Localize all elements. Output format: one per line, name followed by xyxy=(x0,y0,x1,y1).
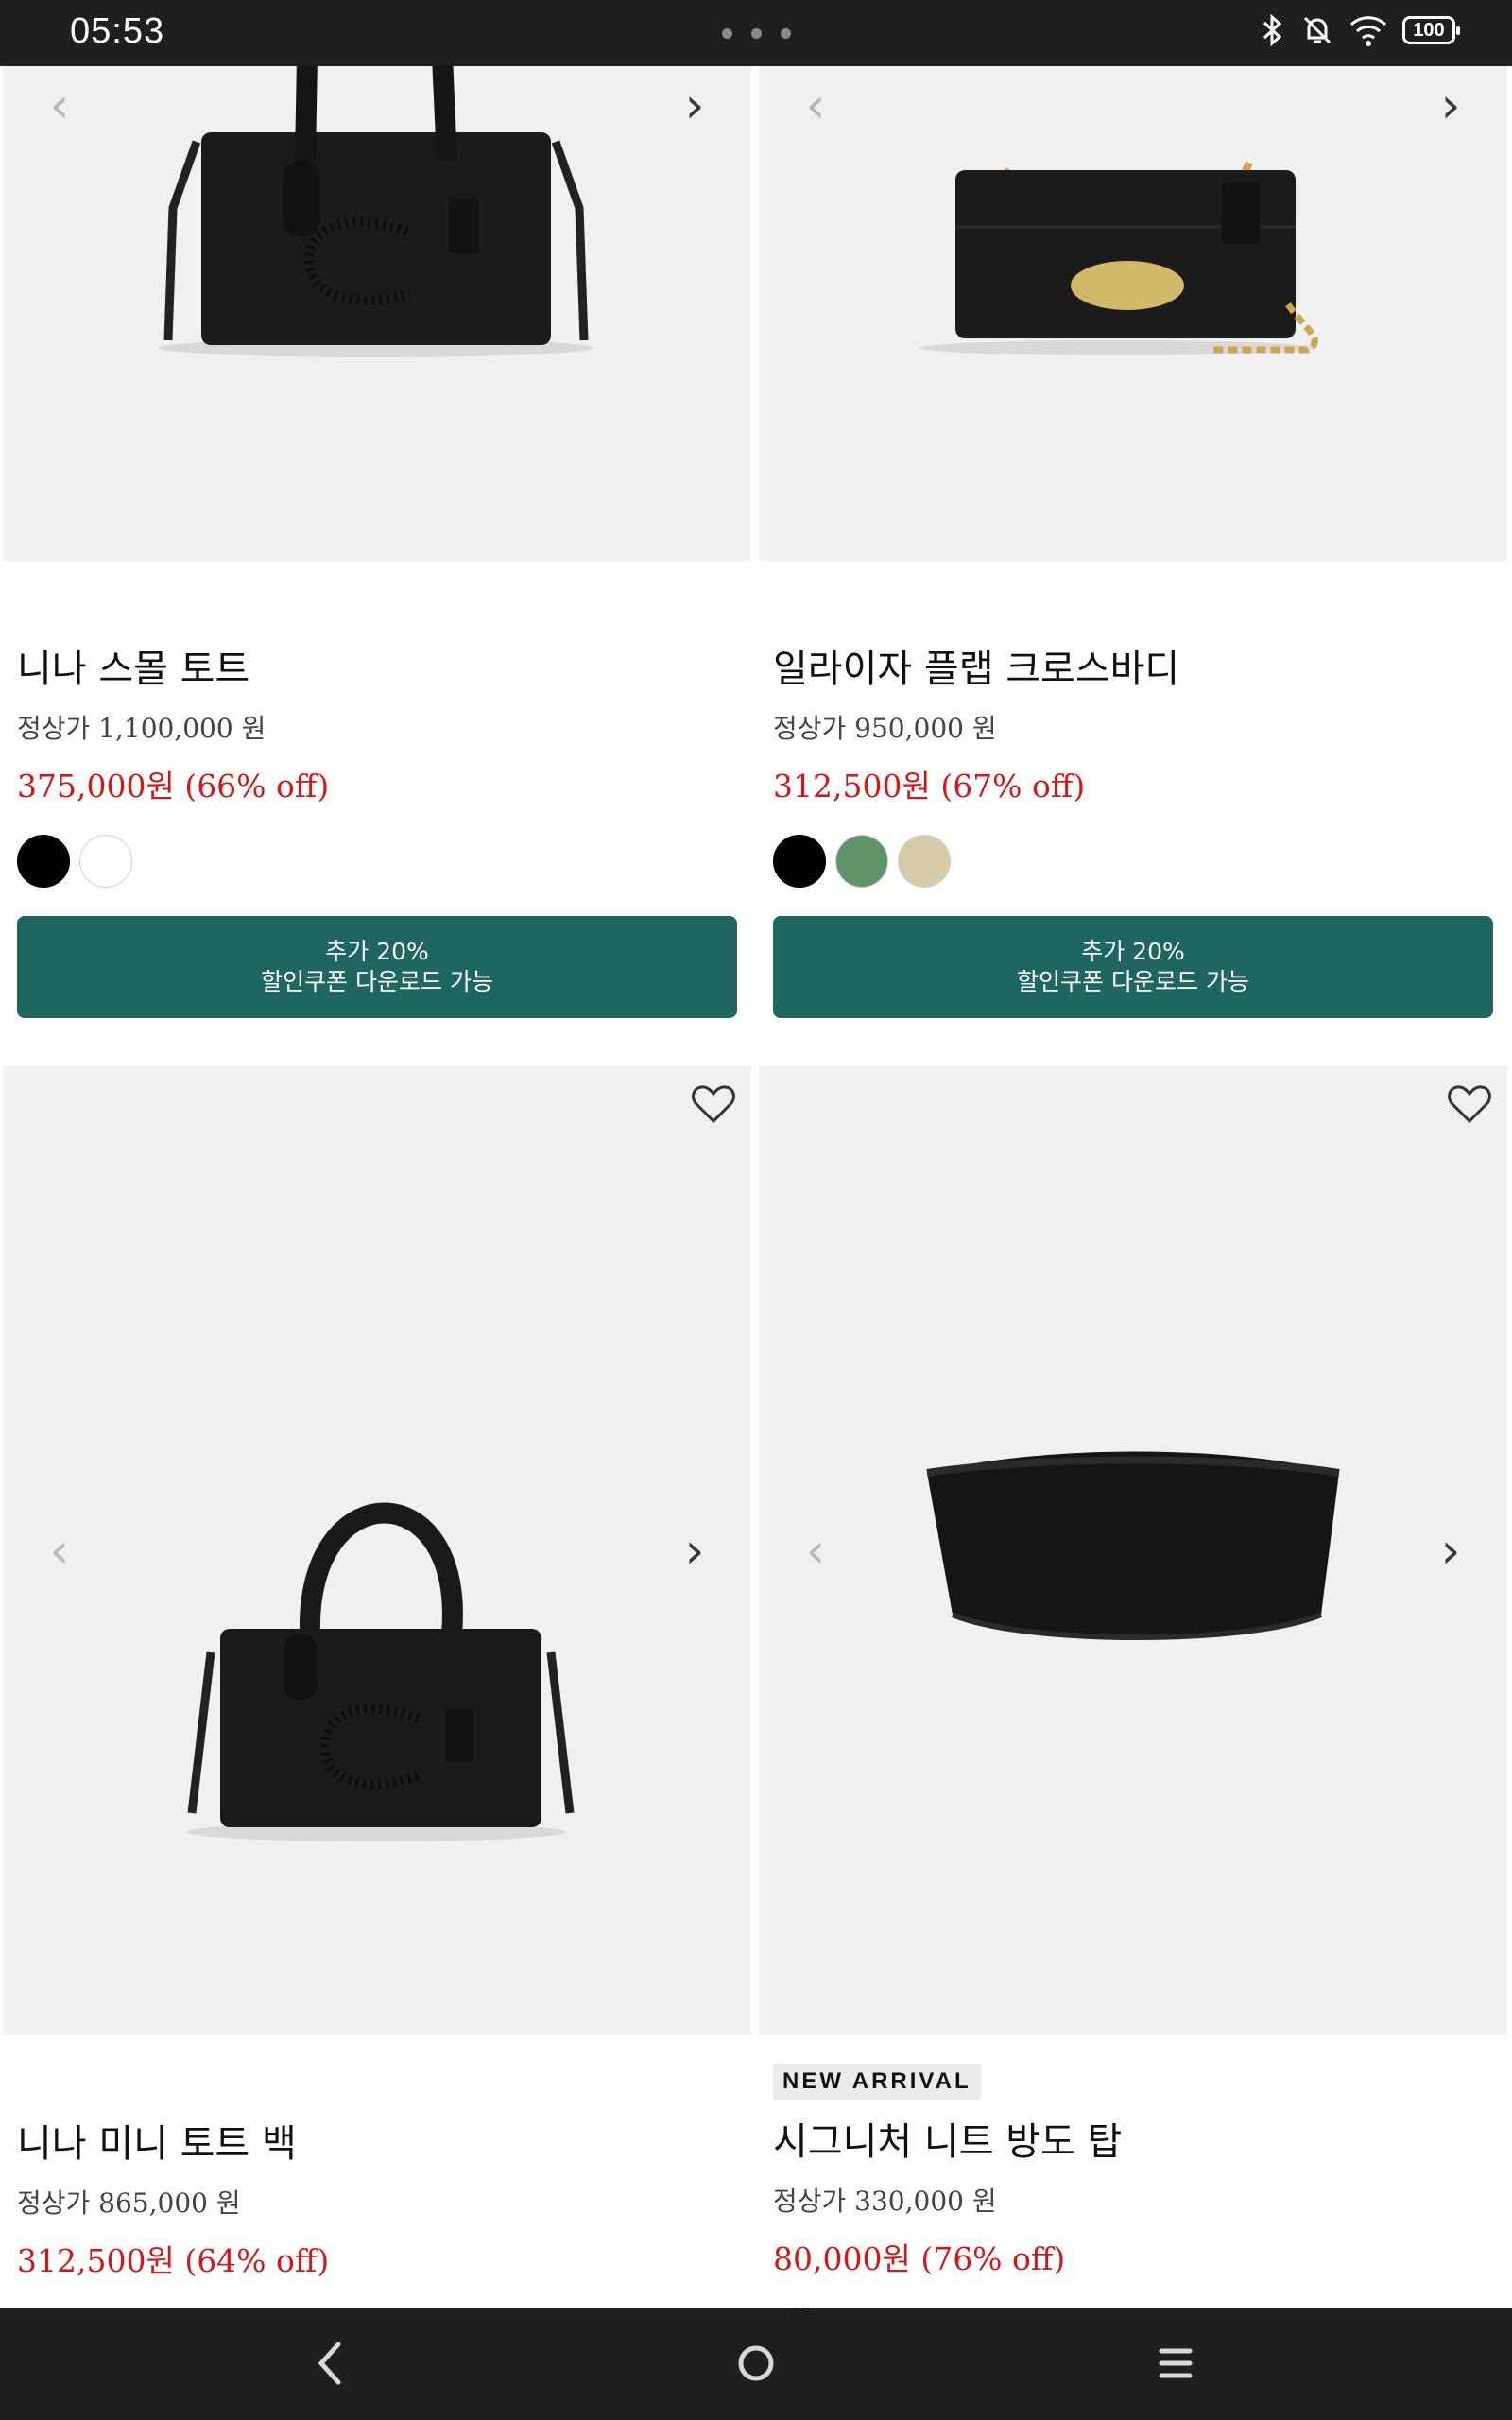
chevron-right-icon[interactable]: › xyxy=(1432,1523,1469,1580)
status-dots xyxy=(722,28,791,39)
status-time: 05:53 xyxy=(70,11,165,51)
wifi-icon xyxy=(1349,16,1387,46)
product-name[interactable]: 일라이자 플랩 크로스바디 xyxy=(773,638,1493,693)
coupon-line1: 추가 20% xyxy=(1081,938,1185,965)
coupon-line1: 추가 20% xyxy=(325,938,429,965)
battery-icon: 100 xyxy=(1402,16,1460,44)
home-icon[interactable] xyxy=(723,2335,789,2392)
status-bar: 05:53 100 xyxy=(0,0,1512,66)
bluetooth-icon xyxy=(1263,13,1282,47)
product-name[interactable]: 니나 미니 토트 백 xyxy=(17,2113,737,2168)
handbag-tote-image xyxy=(159,66,593,357)
heart-outline-icon[interactable] xyxy=(1445,1080,1494,1129)
chevron-left-icon[interactable]: ‹ xyxy=(797,1523,834,1580)
sale-price: 312,500원 (64% off) xyxy=(17,2242,330,2279)
swatch-beige[interactable] xyxy=(898,835,951,888)
heart-outline-icon[interactable] xyxy=(689,1080,738,1129)
status-icons: 100 xyxy=(1259,13,1460,47)
sale-price: 375,000원 (66% off) xyxy=(17,768,330,804)
chevron-right-icon[interactable]: › xyxy=(676,78,713,134)
regular-price: 정상가 1,100,000 원 xyxy=(17,713,266,744)
product-image[interactable]: ‹ › xyxy=(3,66,751,561)
product-image[interactable]: ‹ › xyxy=(759,1066,1507,2035)
coupon-download-button[interactable]: 추가 20% 할인쿠폰 다운로드 가능 xyxy=(17,916,737,1018)
chevron-right-icon[interactable]: › xyxy=(676,1523,713,1580)
flap-crossbody-image xyxy=(919,159,1318,355)
coupon-download-button[interactable]: 추가 20% 할인쿠폰 다운로드 가능 xyxy=(773,916,1493,1018)
color-swatches xyxy=(17,835,737,888)
product-image[interactable]: ‹ › xyxy=(759,66,1507,561)
back-icon[interactable] xyxy=(299,2335,365,2392)
swatch-white[interactable] xyxy=(79,835,132,888)
product-info: 니나 스몰 토트 정상가 1,100,000 원 375,000원 (66% o… xyxy=(17,638,737,1018)
sale-price: 312,500원 (67% off) xyxy=(773,768,1086,804)
swatch-green[interactable] xyxy=(835,835,888,888)
regular-price: 정상가 950,000 원 xyxy=(773,713,997,744)
coupon-line2: 할인쿠폰 다운로드 가능 xyxy=(261,968,493,995)
product-name[interactable]: 시그니처 니트 방도 탑 xyxy=(773,2111,1493,2166)
chevron-left-icon[interactable]: ‹ xyxy=(797,78,834,134)
bell-muted-icon xyxy=(1303,16,1332,44)
chevron-right-icon[interactable]: › xyxy=(1432,78,1469,134)
regular-price: 정상가 330,000 원 xyxy=(773,2186,997,2217)
new-arrival-badge: NEW ARRIVAL xyxy=(773,2064,981,2100)
color-swatches xyxy=(773,835,1493,888)
product-info: 일라이자 플랩 크로스바디 정상가 950,000 원 312,500원 (67… xyxy=(773,638,1493,1018)
menu-icon[interactable] xyxy=(1143,2335,1209,2392)
mini-tote-image xyxy=(187,1502,575,1841)
swatch-black[interactable] xyxy=(773,835,826,888)
regular-price: 정상가 865,000 원 xyxy=(17,2187,241,2219)
swatch-black[interactable] xyxy=(17,835,70,888)
chevron-left-icon[interactable]: ‹ xyxy=(41,78,78,134)
product-image[interactable]: ‹ › xyxy=(3,1066,751,2035)
chevron-left-icon[interactable]: ‹ xyxy=(41,1523,78,1580)
sale-price: 80,000원 (76% off) xyxy=(773,2240,1066,2277)
bandeau-top-image xyxy=(926,1451,1340,1640)
coupon-line2: 할인쿠폰 다운로드 가능 xyxy=(1017,968,1249,995)
product-name[interactable]: 니나 스몰 토트 xyxy=(17,638,737,693)
system-nav-bar xyxy=(0,2308,1512,2420)
